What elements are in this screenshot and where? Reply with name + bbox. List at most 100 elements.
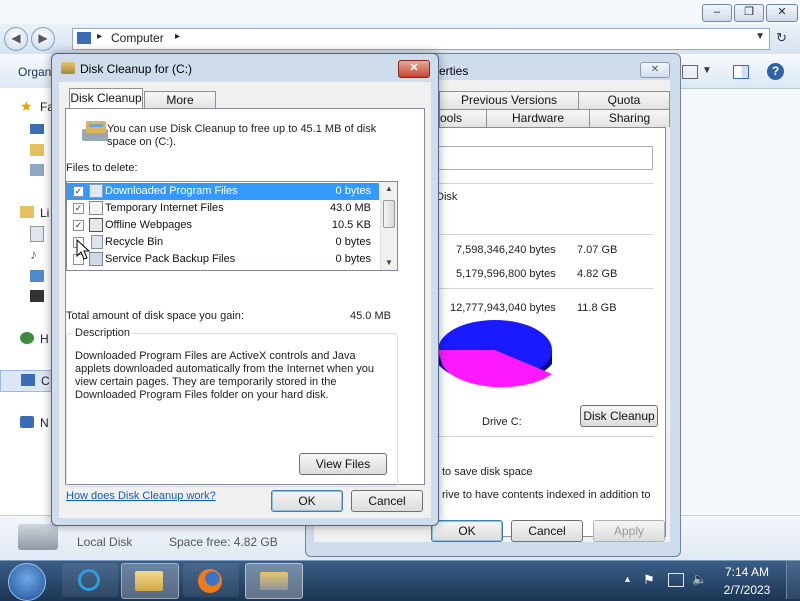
tab-quota[interactable]: Quota [578, 91, 670, 109]
disk-cleanup-icon [61, 62, 75, 74]
folder-icon[interactable] [30, 144, 44, 156]
address-bar[interactable]: ▸ Computer ▸ ▼ [72, 28, 770, 50]
disk-usage-pie-chart [438, 320, 552, 388]
total-gain-label: Total amount of disk space you gain: [66, 310, 244, 322]
disk-cleanup-icon [260, 572, 288, 590]
folder-icon [89, 184, 103, 198]
list-item[interactable]: Service Pack Backup Files 0 bytes [67, 251, 379, 268]
properties-cancel-button[interactable]: Cancel [511, 520, 583, 542]
view-options-icon[interactable] [682, 65, 698, 79]
list-item[interactable]: ✓ Temporary Internet Files 43.0 MB [67, 200, 379, 217]
close-button[interactable]: ✕ [766, 4, 798, 22]
nav-computer[interactable]: C [41, 374, 50, 388]
help-icon[interactable]: ? [767, 63, 784, 80]
properties-close-button[interactable]: ✕ [640, 62, 670, 78]
tab-tools[interactable]: ools [439, 109, 487, 127]
refresh-icon[interactable]: ↻ [776, 30, 787, 46]
used-space-size: 7.07 GB [577, 244, 618, 256]
description-group: Description Downloaded Program Files are… [66, 327, 398, 487]
file-category-name: Recycle Bin [105, 236, 164, 248]
organize-menu[interactable]: Organ [18, 65, 51, 79]
checkbox[interactable]: ✓ [73, 203, 84, 214]
index-drive-label[interactable]: rive to have contents indexed in additio… [442, 489, 651, 501]
close-button[interactable]: ✕ [398, 60, 430, 78]
list-item[interactable]: ✓ Downloaded Program Files 0 bytes [67, 183, 379, 200]
tab-disk-cleanup[interactable]: Disk Cleanup [69, 88, 143, 109]
computer-icon [21, 374, 35, 386]
preview-pane-icon[interactable] [733, 65, 749, 79]
document-icon [89, 201, 103, 215]
files-to-delete-list[interactable]: ✓ Downloaded Program Files 0 bytes ✓ Tem… [66, 181, 398, 271]
capacity-size: 11.8 GB [577, 302, 617, 314]
view-files-button[interactable]: View Files [299, 453, 387, 475]
tab-hardware[interactable]: Hardware [486, 109, 590, 127]
scroll-down-icon[interactable]: ▼ [385, 258, 393, 267]
tab-previous-versions[interactable]: Previous Versions [439, 91, 579, 109]
documents-icon[interactable] [30, 226, 44, 242]
dialog-title: Disk Cleanup for (C:) [80, 62, 193, 76]
properties-title: erties [439, 64, 469, 78]
nav-libraries[interactable]: Li [40, 206, 49, 220]
divider [436, 436, 654, 437]
list-item[interactable]: ✓ Offline Webpages 10.5 KB [67, 217, 379, 234]
pictures-icon[interactable] [30, 270, 44, 282]
action-center-flag-icon[interactable]: ⚑ [643, 572, 655, 588]
chevron-down-icon[interactable]: ▼ [702, 65, 712, 76]
scrollbar-thumb[interactable] [383, 200, 395, 228]
disk-cleanup-button[interactable]: Disk Cleanup [580, 405, 658, 427]
network-tray-icon[interactable] [668, 573, 684, 587]
nav-homegroup[interactable]: H [40, 332, 49, 346]
file-category-size: 10.5 KB [331, 219, 371, 231]
tab-more-options[interactable]: More Options [144, 91, 216, 124]
details-drive-name: Local Disk [77, 535, 133, 549]
used-space-bytes: 7,598,346,240 bytes [456, 244, 556, 256]
start-orb-icon[interactable] [8, 563, 46, 601]
desktop-icon[interactable] [30, 124, 44, 134]
volume-muted-icon[interactable]: 🔈 [692, 572, 707, 586]
internet-explorer-icon [78, 569, 100, 591]
taskbar-firefox[interactable] [183, 563, 239, 597]
scroll-up-icon[interactable]: ▲ [385, 184, 393, 193]
forward-button[interactable]: ▶ [31, 27, 55, 51]
show-desktop-button[interactable] [786, 561, 800, 599]
nav-network[interactable]: N [40, 416, 49, 430]
properties-ok-button[interactable]: OK [431, 520, 503, 542]
free-space-size: 4.82 GB [577, 268, 618, 280]
compress-drive-label[interactable]: to save disk space [442, 466, 533, 478]
chevron-down-icon[interactable]: ▼ [755, 31, 765, 42]
taskbar-disk-cleanup[interactable] [245, 563, 303, 599]
videos-icon[interactable] [30, 290, 44, 302]
tab-sharing[interactable]: Sharing [589, 109, 670, 127]
webpage-icon [89, 218, 103, 232]
show-hidden-icons-icon[interactable]: ▲ [623, 574, 632, 584]
recent-places-icon[interactable] [30, 164, 44, 176]
file-category-name: Temporary Internet Files [105, 202, 224, 214]
file-category-size: 0 bytes [335, 253, 371, 265]
disk-cleanup-dialog: Disk Cleanup for (C:) ✕ Disk Cleanup Mor… [51, 53, 439, 526]
firefox-icon [198, 569, 222, 593]
back-button[interactable]: ◀ [4, 27, 28, 51]
clock-time[interactable]: 7:14 AM [715, 565, 779, 579]
music-icon[interactable]: ♪ [30, 246, 37, 262]
drive-type-value: Disk [436, 191, 458, 203]
breadcrumb[interactable]: Computer [111, 31, 164, 45]
details-space-free: Space free: 4.82 GB [169, 535, 278, 549]
mouse-cursor-icon [76, 239, 91, 260]
list-scrollbar[interactable]: ▲ ▼ [380, 182, 397, 270]
list-item[interactable]: Recycle Bin 0 bytes [67, 234, 379, 251]
disk-cleanup-body: Disk Cleanup More Options You can use Di… [59, 82, 431, 518]
breadcrumb-arrow-icon[interactable]: ▸ [175, 31, 180, 42]
maximize-button[interactable]: ❐ [734, 4, 764, 22]
clock-date[interactable]: 2/7/2023 [715, 583, 779, 597]
ok-button[interactable]: OK [271, 490, 343, 512]
properties-apply-button[interactable]: Apply [593, 520, 665, 542]
local-disk-icon [18, 524, 58, 550]
cancel-button[interactable]: Cancel [351, 490, 423, 512]
taskbar-internet-explorer[interactable] [62, 563, 118, 597]
checkbox[interactable]: ✓ [73, 186, 84, 197]
minimize-button[interactable]: – [702, 4, 732, 22]
help-link[interactable]: How does Disk Cleanup work? [66, 490, 216, 502]
volume-label-input[interactable] [436, 146, 653, 170]
checkbox[interactable]: ✓ [73, 220, 84, 231]
taskbar-windows-explorer[interactable] [121, 563, 179, 599]
